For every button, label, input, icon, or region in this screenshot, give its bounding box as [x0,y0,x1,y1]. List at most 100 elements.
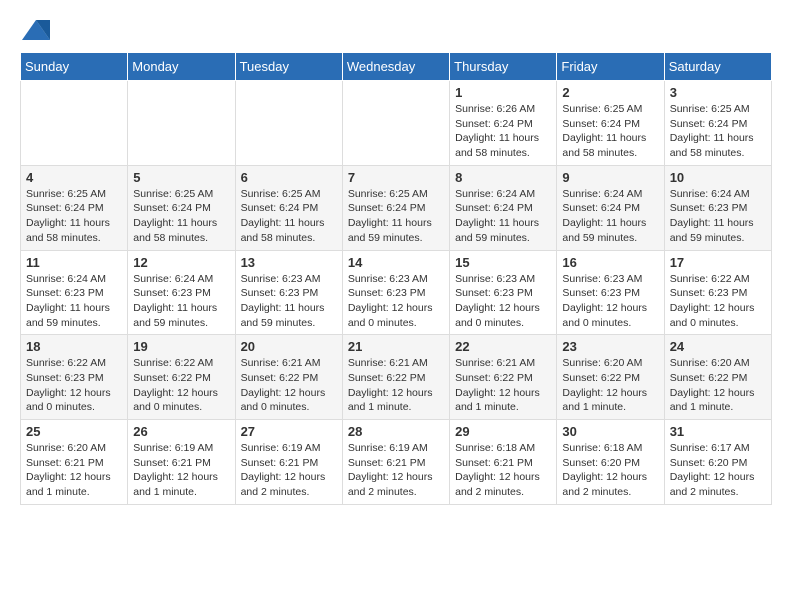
day-info: Sunrise: 6:24 AM Sunset: 6:24 PM Dayligh… [455,187,551,246]
calendar-cell: 31 Sunrise: 6:17 AM Sunset: 6:20 PM Dayli… [664,420,771,505]
day-number: 10 [670,170,766,185]
calendar-cell: 29Sunrise: 6:18 AM Sunset: 6:21 PM Dayli… [450,420,557,505]
day-number: 18 [26,339,122,354]
weekday-header-sunday: Sunday [21,53,128,81]
day-info: Sunrise: 6:24 AM Sunset: 6:23 PM Dayligh… [26,272,122,331]
day-info: Sunrise: 6:20 AM Sunset: 6:22 PM Dayligh… [562,356,658,415]
day-info: Sunrise: 6:21 AM Sunset: 6:22 PM Dayligh… [348,356,444,415]
calendar-cell: 7Sunrise: 6:25 AM Sunset: 6:24 PM Daylig… [342,165,449,250]
day-number: 11 [26,255,122,270]
day-number: 30 [562,424,658,439]
day-number: 13 [241,255,337,270]
day-number: 27 [241,424,337,439]
calendar-cell [21,81,128,166]
day-number: 15 [455,255,551,270]
weekday-header-friday: Friday [557,53,664,81]
day-info: Sunrise: 6:24 AM Sunset: 6:23 PM Dayligh… [133,272,229,331]
page-header [20,20,772,36]
day-number: 5 [133,170,229,185]
calendar-cell [128,81,235,166]
day-number: 19 [133,339,229,354]
day-info: Sunrise: 6:20 AM Sunset: 6:21 PM Dayligh… [26,441,122,500]
day-number: 24 [670,339,766,354]
day-number: 4 [26,170,122,185]
day-number: 31 [670,424,766,439]
day-number: 16 [562,255,658,270]
day-number: 22 [455,339,551,354]
calendar-cell: 10 Sunrise: 6:24 AM Sunset: 6:23 PM Dayli… [664,165,771,250]
day-number: 9 [562,170,658,185]
calendar-week-1: 1 Sunrise: 6:26 AM Sunset: 6:24 PM Daylig… [21,81,772,166]
calendar-cell: 21 Sunrise: 6:21 AM Sunset: 6:22 PM Dayli… [342,335,449,420]
day-number: 6 [241,170,337,185]
calendar-cell: 25 Sunrise: 6:20 AM Sunset: 6:21 PM Dayli… [21,420,128,505]
calendar-week-4: 18 Sunrise: 6:22 AM Sunset: 6:23 PM Dayli… [21,335,772,420]
calendar-cell: 9Sunrise: 6:24 AM Sunset: 6:24 PM Daylig… [557,165,664,250]
calendar-cell: 5Sunrise: 6:25 AM Sunset: 6:24 PM Daylig… [128,165,235,250]
weekday-header-tuesday: Tuesday [235,53,342,81]
calendar-cell: 28 Sunrise: 6:19 AM Sunset: 6:21 PM Dayli… [342,420,449,505]
calendar-cell: 22 Sunrise: 6:21 AM Sunset: 6:22 PM Dayli… [450,335,557,420]
day-info: Sunrise: 6:23 AM Sunset: 6:23 PM Dayligh… [348,272,444,331]
calendar-cell: 19 Sunrise: 6:22 AM Sunset: 6:22 PM Dayli… [128,335,235,420]
calendar-cell: 12 Sunrise: 6:24 AM Sunset: 6:23 PM Dayli… [128,250,235,335]
day-info: Sunrise: 6:23 AM Sunset: 6:23 PM Dayligh… [241,272,337,331]
day-info: Sunrise: 6:19 AM Sunset: 6:21 PM Dayligh… [348,441,444,500]
calendar-cell: 17 Sunrise: 6:22 AM Sunset: 6:23 PM Dayli… [664,250,771,335]
calendar-week-3: 11 Sunrise: 6:24 AM Sunset: 6:23 PM Dayli… [21,250,772,335]
calendar-cell: 6 Sunrise: 6:25 AM Sunset: 6:24 PM Daylig… [235,165,342,250]
day-info: Sunrise: 6:21 AM Sunset: 6:22 PM Dayligh… [241,356,337,415]
calendar-cell: 2 Sunrise: 6:25 AM Sunset: 6:24 PM Daylig… [557,81,664,166]
day-info: Sunrise: 6:22 AM Sunset: 6:23 PM Dayligh… [670,272,766,331]
calendar-cell: 30Sunrise: 6:18 AM Sunset: 6:20 PM Dayli… [557,420,664,505]
logo-icon [22,20,50,40]
day-number: 1 [455,85,551,100]
calendar-cell: 4 Sunrise: 6:25 AM Sunset: 6:24 PM Daylig… [21,165,128,250]
day-number: 8 [455,170,551,185]
day-number: 17 [670,255,766,270]
day-info: Sunrise: 6:22 AM Sunset: 6:22 PM Dayligh… [133,356,229,415]
day-info: Sunrise: 6:25 AM Sunset: 6:24 PM Dayligh… [670,102,766,161]
calendar-cell: 16Sunrise: 6:23 AM Sunset: 6:23 PM Dayli… [557,250,664,335]
calendar-cell: 18 Sunrise: 6:22 AM Sunset: 6:23 PM Dayli… [21,335,128,420]
calendar-week-5: 25 Sunrise: 6:20 AM Sunset: 6:21 PM Dayli… [21,420,772,505]
day-info: Sunrise: 6:25 AM Sunset: 6:24 PM Dayligh… [26,187,122,246]
day-info: Sunrise: 6:18 AM Sunset: 6:21 PM Dayligh… [455,441,551,500]
calendar-cell: 11 Sunrise: 6:24 AM Sunset: 6:23 PM Dayli… [21,250,128,335]
calendar-cell: 1 Sunrise: 6:26 AM Sunset: 6:24 PM Daylig… [450,81,557,166]
calendar-cell: 24Sunrise: 6:20 AM Sunset: 6:22 PM Dayli… [664,335,771,420]
day-number: 25 [26,424,122,439]
day-info: Sunrise: 6:25 AM Sunset: 6:24 PM Dayligh… [562,102,658,161]
calendar-cell: 26 Sunrise: 6:19 AM Sunset: 6:21 PM Dayli… [128,420,235,505]
logo [20,20,50,36]
calendar-week-2: 4 Sunrise: 6:25 AM Sunset: 6:24 PM Daylig… [21,165,772,250]
day-info: Sunrise: 6:17 AM Sunset: 6:20 PM Dayligh… [670,441,766,500]
day-number: 2 [562,85,658,100]
calendar-cell [235,81,342,166]
calendar-cell: 15Sunrise: 6:23 AM Sunset: 6:23 PM Dayli… [450,250,557,335]
calendar-cell: 23 Sunrise: 6:20 AM Sunset: 6:22 PM Dayli… [557,335,664,420]
day-number: 28 [348,424,444,439]
day-number: 3 [670,85,766,100]
day-info: Sunrise: 6:26 AM Sunset: 6:24 PM Dayligh… [455,102,551,161]
day-number: 14 [348,255,444,270]
day-info: Sunrise: 6:24 AM Sunset: 6:23 PM Dayligh… [670,187,766,246]
calendar-cell: 8 Sunrise: 6:24 AM Sunset: 6:24 PM Daylig… [450,165,557,250]
day-info: Sunrise: 6:21 AM Sunset: 6:22 PM Dayligh… [455,356,551,415]
weekday-header-wednesday: Wednesday [342,53,449,81]
day-number: 23 [562,339,658,354]
weekday-header-saturday: Saturday [664,53,771,81]
day-info: Sunrise: 6:19 AM Sunset: 6:21 PM Dayligh… [241,441,337,500]
calendar-cell: 27 Sunrise: 6:19 AM Sunset: 6:21 PM Dayli… [235,420,342,505]
calendar-cell: 3 Sunrise: 6:25 AM Sunset: 6:24 PM Daylig… [664,81,771,166]
calendar-cell: 20Sunrise: 6:21 AM Sunset: 6:22 PM Dayli… [235,335,342,420]
weekday-header-row: SundayMondayTuesdayWednesdayThursdayFrid… [21,53,772,81]
day-info: Sunrise: 6:19 AM Sunset: 6:21 PM Dayligh… [133,441,229,500]
weekday-header-thursday: Thursday [450,53,557,81]
day-info: Sunrise: 6:25 AM Sunset: 6:24 PM Dayligh… [241,187,337,246]
day-number: 21 [348,339,444,354]
day-number: 26 [133,424,229,439]
day-number: 7 [348,170,444,185]
day-info: Sunrise: 6:22 AM Sunset: 6:23 PM Dayligh… [26,356,122,415]
day-number: 12 [133,255,229,270]
